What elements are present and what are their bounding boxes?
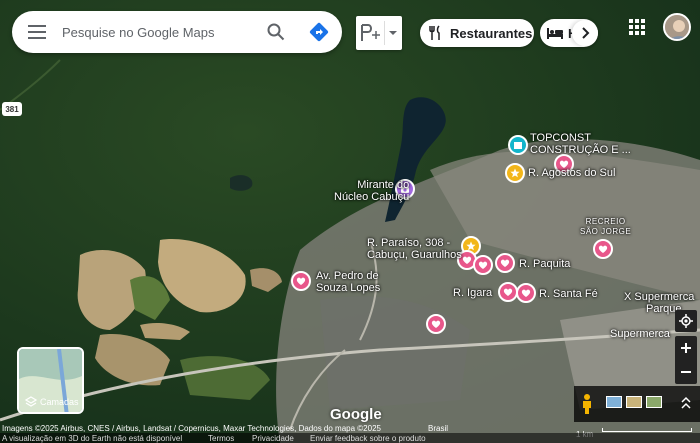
shop-icon — [514, 142, 522, 149]
apps-grid-icon — [629, 19, 645, 35]
label-line: Núcleo Cabuçu — [334, 191, 410, 203]
feedback-link[interactable]: Enviar feedback sobre o produto — [310, 434, 426, 443]
label-line: R. Agostos do Sul — [528, 167, 616, 179]
search-box[interactable]: Pesquise no Google Maps — [12, 11, 342, 53]
pin-heart-recreio[interactable] — [593, 239, 613, 259]
label-line: Av. Pedro de — [316, 270, 379, 282]
heart-icon — [503, 288, 513, 296]
imagery-thumb-2[interactable] — [626, 396, 642, 408]
minus-icon — [681, 371, 691, 373]
country-label: Brasil — [428, 424, 449, 433]
layers-label: Camadas — [40, 397, 79, 407]
imagery-attribution: Imagens ©2025 Airbus, CNES / Airbus, Lan… — [2, 424, 381, 433]
heart-icon — [296, 277, 306, 285]
restaurants-chip[interactable]: Restaurantes — [420, 19, 534, 47]
label-santafe[interactable]: R. Santa Fé — [539, 288, 598, 300]
label-line: SÃO JORGE — [580, 227, 632, 236]
search-button[interactable] — [256, 11, 296, 53]
heart-icon — [478, 261, 488, 269]
pin-heart-lower[interactable] — [426, 314, 446, 334]
account-avatar[interactable] — [663, 13, 691, 41]
label-line: X Supermerca — [624, 291, 695, 303]
pegman-icon[interactable] — [580, 393, 594, 415]
label-mirante[interactable]: Mirante do Núcleo Cabuçu — [334, 179, 409, 203]
pin-heart-pedro[interactable] — [291, 271, 311, 291]
label-recreio: RECREIO SÃO JORGE — [580, 217, 631, 237]
pin-topconst[interactable] — [508, 135, 528, 155]
crosshair-icon — [679, 314, 693, 328]
terms-link[interactable]: Termos — [208, 434, 234, 443]
label-line: TOPCONST — [530, 132, 591, 144]
chevron-right-icon — [582, 27, 590, 39]
label-line: R. Paquita — [519, 258, 571, 270]
bed-icon — [547, 28, 563, 39]
label-igara[interactable]: R. Igara — [453, 287, 492, 299]
label-topconst[interactable]: TOPCONST CONSTRUÇÃO E ... — [530, 132, 631, 156]
search-input[interactable]: Pesquise no Google Maps — [62, 25, 256, 40]
heart-icon — [500, 259, 510, 267]
pin-heart-igara[interactable] — [498, 282, 518, 302]
earth-3d-note: A visualização em 3D do Earth não está d… — [2, 434, 183, 443]
label-line: CONSTRUÇÃO E ... — [530, 144, 631, 156]
label-pedro[interactable]: Av. Pedro de Souza Lopes — [316, 270, 380, 294]
heart-icon — [521, 289, 531, 297]
heart-icon — [431, 320, 441, 328]
label-line: Cabuçu, Guarulhos — [367, 249, 462, 261]
imagery-thumb-1[interactable] — [606, 396, 622, 408]
plus-icon — [681, 343, 691, 353]
zoom-out-button[interactable] — [675, 360, 697, 384]
star-icon — [510, 168, 520, 178]
label-line: R. Paraíso, 308 - — [367, 237, 451, 249]
menu-button[interactable] — [12, 11, 62, 53]
restaurants-label: Restaurantes — [450, 25, 533, 41]
heart-icon — [598, 245, 608, 253]
my-location-button[interactable] — [675, 310, 697, 332]
road-shield: 381 — [2, 102, 22, 116]
label-agostos[interactable]: R. Agostos do Sul — [528, 167, 615, 179]
fork-knife-icon — [429, 25, 440, 40]
search-icon — [267, 23, 285, 41]
privacy-link[interactable]: Privacidade — [252, 434, 294, 443]
directions-icon — [309, 22, 329, 42]
zoom-in-button[interactable] — [675, 336, 697, 360]
label-line: Souza Lopes — [316, 282, 381, 294]
label-line: Mirante do — [357, 179, 410, 191]
road-number: 381 — [5, 104, 19, 114]
pin-heart-paquita[interactable] — [495, 253, 515, 273]
label-supermerca-2[interactable]: Supermerca — [610, 328, 670, 340]
pin-heart-santafe[interactable] — [516, 283, 536, 303]
bottom-tools — [574, 386, 700, 422]
pin-star-agostos[interactable] — [505, 163, 525, 183]
apps-button[interactable] — [628, 18, 648, 38]
label-paquita[interactable]: R. Paquita — [519, 258, 570, 270]
zoom-controls — [675, 336, 697, 384]
label-line: RECREIO — [585, 217, 626, 226]
google-logo: Google — [330, 406, 382, 423]
label-line: R. Igara — [453, 287, 493, 299]
label-line: R. Santa Fé — [539, 288, 598, 300]
label-line: Supermerca — [610, 328, 670, 340]
label-paraiso[interactable]: R. Paraíso, 308 - Cabuçu, Guarulhos — [367, 237, 462, 261]
heart-icon — [462, 256, 472, 264]
hamburger-icon — [28, 25, 46, 39]
pin-heart-3[interactable] — [473, 255, 493, 275]
directions-button[interactable] — [296, 11, 342, 53]
caret-down-icon[interactable] — [385, 28, 401, 38]
parking-filter-button[interactable] — [356, 16, 402, 50]
imagery-thumb-3[interactable] — [646, 396, 662, 408]
layers-button[interactable]: Camadas — [17, 347, 84, 414]
chips-next-button[interactable] — [572, 20, 598, 46]
chevron-up-icon[interactable] — [680, 394, 692, 412]
layers-icon — [25, 396, 37, 407]
parking-icon — [361, 24, 380, 41]
